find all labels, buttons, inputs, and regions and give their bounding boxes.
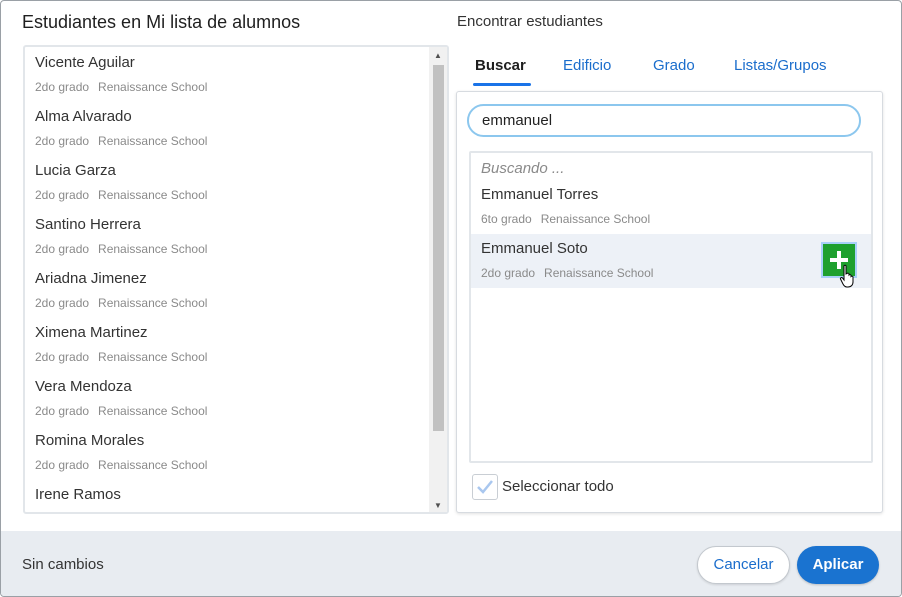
student-name: Vera Mendoza <box>35 378 132 395</box>
student-list-item[interactable]: Vera Mendoza 2do grado Renaissance School <box>25 371 429 425</box>
student-name: Ximena Martinez <box>35 324 148 341</box>
student-name: Vicente Aguilar <box>35 54 135 71</box>
student-meta: 2do grado Renaissance School <box>35 350 207 364</box>
student-list-item[interactable]: Irene Ramos <box>25 479 429 514</box>
student-list-item[interactable]: Santino Herrera 2do grado Renaissance Scho… <box>25 209 429 263</box>
find-students-label: Encontrar estudiantes <box>457 13 603 30</box>
result-grade: 6to grado <box>481 212 532 226</box>
result-row-emmanuel-soto[interactable]: Emmanuel Soto 2do grado Renaissance Schoo… <box>471 234 871 288</box>
my-student-list[interactable]: Vicente Aguilar 2do grado Renaissance Scho… <box>23 45 449 514</box>
search-tabs: Buscar Edificio Grado Listas/Grupos <box>463 51 883 87</box>
student-grade: 2do grado <box>35 242 90 256</box>
student-list-item[interactable]: Ximena Martinez 2do grado Renaissance Scho… <box>25 317 429 371</box>
student-school: Renaissance School <box>98 404 208 418</box>
student-name: Santino Herrera <box>35 216 141 233</box>
student-grade: 2do grado <box>35 134 90 148</box>
hand-cursor-icon <box>839 264 854 288</box>
apply-button[interactable]: Aplicar <box>797 546 879 584</box>
student-grade: 2do grado <box>35 188 90 202</box>
list-scrollbar[interactable]: ▲ ▼ <box>429 47 447 512</box>
searching-status: Buscando ... <box>481 160 565 177</box>
student-name: Irene Ramos <box>35 486 121 503</box>
student-meta: 2do grado Renaissance School <box>35 242 207 256</box>
student-meta: 2do grado Renaissance School <box>35 458 207 472</box>
scroll-up-arrow-icon[interactable]: ▲ <box>429 51 447 60</box>
student-grade: 2do grado <box>35 80 90 94</box>
student-school: Renaissance School <box>98 350 208 364</box>
student-list-item[interactable]: Lucia Garza 2do grado Renaissance School <box>25 155 429 209</box>
student-school: Renaissance School <box>98 458 208 472</box>
select-all-label: Seleccionar todo <box>502 478 614 495</box>
scroll-down-arrow-icon[interactable]: ▼ <box>429 501 447 510</box>
search-panel: Buscando ... Emmanuel Torres 6to grado Re… <box>456 91 883 513</box>
student-school: Renaissance School <box>98 80 208 94</box>
student-grade: 2do grado <box>35 404 90 418</box>
student-meta: 2do grado Renaissance School <box>35 404 207 418</box>
student-meta <box>35 512 44 514</box>
tab-edificio[interactable]: Edificio <box>563 57 611 74</box>
student-school: Renaissance School <box>98 188 208 202</box>
student-list-item[interactable]: Alma Alvarado 2do grado Renaissance School <box>25 101 429 155</box>
result-meta: 2do grado Renaissance School <box>481 266 653 280</box>
search-results[interactable]: Buscando ... Emmanuel Torres 6to grado Re… <box>469 151 873 463</box>
student-meta: 2do grado Renaissance School <box>35 80 207 94</box>
result-meta: 6to grado Renaissance School <box>481 212 650 226</box>
tab-buscar[interactable]: Buscar <box>475 57 526 74</box>
student-list-item[interactable]: Vicente Aguilar 2do grado Renaissance Scho… <box>25 47 429 101</box>
student-name: Romina Morales <box>35 432 145 449</box>
student-school: Renaissance School <box>98 242 208 256</box>
student-name: Ariadna Jimenez <box>35 270 147 287</box>
student-grade: 2do grado <box>35 350 90 364</box>
tab-grado[interactable]: Grado <box>653 57 695 74</box>
dialog: Estudiantes en Mi lista de alumnos Vicen… <box>0 0 902 597</box>
scrollbar-thumb[interactable] <box>433 65 444 431</box>
student-grade: 2do grado <box>35 458 90 472</box>
my-student-list-items: Vicente Aguilar 2do grado Renaissance Scho… <box>25 47 429 514</box>
cancel-button[interactable]: Cancelar <box>697 546 790 584</box>
student-meta: 2do grado Renaissance School <box>35 134 207 148</box>
result-name: Emmanuel Torres <box>481 186 599 203</box>
result-school: Renaissance School <box>540 212 651 226</box>
student-name: Lucia Garza <box>35 162 116 179</box>
dialog-title: Estudiantes en Mi lista de alumnos <box>22 12 301 32</box>
select-all-checkbox[interactable] <box>472 474 498 500</box>
student-meta: 2do grado Renaissance School <box>35 296 207 310</box>
result-grade: 2do grado <box>481 266 536 280</box>
tab-listas-grupos[interactable]: Listas/Grupos <box>734 57 827 74</box>
student-grade: 2do grado <box>35 296 90 310</box>
student-meta: 2do grado Renaissance School <box>35 188 207 202</box>
result-school: Renaissance School <box>544 266 654 280</box>
student-list-item[interactable]: Romina Morales 2do grado Renaissance Schoo… <box>25 425 429 479</box>
result-name: Emmanuel Soto <box>481 240 588 257</box>
student-school: Renaissance School <box>98 134 208 148</box>
checkmark-icon <box>477 480 493 494</box>
change-status: Sin cambios <box>22 556 104 573</box>
student-school: Renaissance School <box>98 296 208 310</box>
dialog-footer: Sin cambios Cancelar Aplicar <box>1 531 901 596</box>
active-tab-indicator <box>473 83 531 86</box>
student-search-input[interactable] <box>467 104 861 137</box>
result-row-emmanuel-torres[interactable]: Emmanuel Torres 6to grado Renaissance Sch… <box>471 180 871 234</box>
student-name: Alma Alvarado <box>35 108 132 125</box>
student-list-item[interactable]: Ariadna Jimenez 2do grado Renaissance Scho… <box>25 263 429 317</box>
